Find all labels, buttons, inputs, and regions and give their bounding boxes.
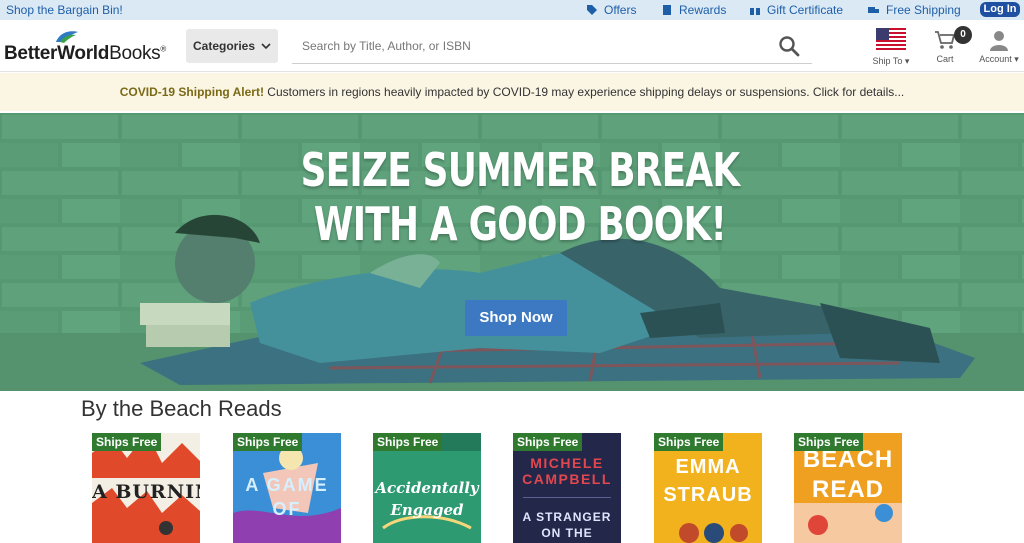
- book-cover-title: A BURNING: [92, 481, 200, 503]
- chevron-down-icon: [261, 43, 271, 50]
- ships-free-badge: Ships Free: [513, 433, 583, 451]
- cart-link[interactable]: 0 Cart: [928, 24, 972, 64]
- categories-dropdown[interactable]: Categories: [186, 29, 278, 63]
- cart-count-badge: 0: [954, 26, 972, 44]
- free-shipping-link[interactable]: Free Shipping: [868, 3, 961, 17]
- search-bar: [292, 28, 812, 64]
- search-icon[interactable]: [778, 35, 800, 57]
- alert-message: Customers in regions heavily impacted by…: [263, 85, 905, 99]
- ships-free-badge: Ships Free: [373, 433, 443, 451]
- offers-label: Offers: [604, 3, 637, 17]
- account-menu[interactable]: Account ▾: [976, 24, 1022, 65]
- book-cover-title: A STRANGER ON THE: [522, 510, 612, 540]
- free-shipping-label: Free Shipping: [886, 3, 961, 17]
- book-card[interactable]: A GAME OF Ships Free: [233, 433, 341, 543]
- truck-icon: [868, 7, 879, 13]
- search-input[interactable]: [302, 36, 742, 56]
- ship-to-selector[interactable]: Ship To ▾: [866, 24, 916, 67]
- categories-label: Categories: [192, 39, 256, 53]
- book-cover-title: BEACH READ: [802, 446, 894, 503]
- book-cover-author: EMMA STRAUB: [663, 456, 753, 506]
- bargain-bin-link[interactable]: Shop the Bargain Bin!: [6, 3, 123, 17]
- book-icon: [663, 5, 671, 15]
- book-cover-title: Accidentally Engaged: [375, 479, 479, 519]
- us-flag-icon: [876, 28, 906, 50]
- gift-certificate-label: Gift Certificate: [767, 3, 844, 17]
- shop-now-button[interactable]: Shop Now: [465, 300, 567, 336]
- account-label: Account: [979, 54, 1012, 64]
- book-card[interactable]: BEACH READ Ships Free: [794, 433, 902, 543]
- ship-to-label: Ship To: [872, 56, 903, 66]
- rewards-label: Rewards: [679, 3, 727, 17]
- utility-bar: Shop the Bargain Bin! Offers Rewards Gif…: [0, 0, 1024, 20]
- ships-free-badge: Ships Free: [92, 433, 162, 451]
- site-header: BetterWorldBooks® Categories Ship To ▾ 0…: [0, 20, 1024, 72]
- gift-icon: [750, 5, 760, 15]
- cart-label: Cart: [936, 54, 954, 64]
- book-card[interactable]: Accidentally Engaged Ships Free: [373, 433, 481, 543]
- book-card[interactable]: EMMA STRAUB Ships Free: [654, 433, 762, 543]
- ships-free-badge: Ships Free: [233, 433, 303, 451]
- section-title: By the Beach Reads: [81, 396, 282, 421]
- rewards-link[interactable]: Rewards: [661, 3, 726, 17]
- hero-headline-line1: SEIZE SUMMER BREAK: [300, 143, 741, 197]
- covid-shipping-alert[interactable]: COVID-19 Shipping Alert! Customers in re…: [0, 73, 1024, 111]
- globe-leaf-icon: [56, 31, 78, 43]
- offers-link[interactable]: Offers: [586, 3, 636, 17]
- alert-title: COVID-19 Shipping Alert!: [119, 85, 264, 99]
- logo-wordmark: BetterWorldBooks®: [4, 43, 166, 64]
- book-card[interactable]: MICHELE CAMPBELL A STRANGER ON THE Ships…: [513, 433, 621, 543]
- ships-free-badge: Ships Free: [794, 433, 864, 451]
- gift-certificate-link[interactable]: Gift Certificate: [749, 3, 843, 17]
- login-button[interactable]: Log In: [980, 2, 1020, 17]
- hero-headline-line2: WITH A GOOD BOOK!: [313, 197, 727, 251]
- tag-icon: [587, 5, 597, 15]
- book-card[interactable]: A BURNING Ships Free: [92, 433, 200, 543]
- site-logo[interactable]: BetterWorldBooks®: [4, 30, 184, 64]
- ships-free-badge: Ships Free: [654, 433, 724, 451]
- hero-banner[interactable]: SEIZE SUMMER BREAK WITH A GOOD BOOK! Sho…: [0, 113, 1024, 391]
- user-icon: [990, 31, 1008, 51]
- book-cover-title: A GAME OF: [245, 475, 329, 519]
- book-cover-author: MICHELE CAMPBELL: [522, 455, 612, 487]
